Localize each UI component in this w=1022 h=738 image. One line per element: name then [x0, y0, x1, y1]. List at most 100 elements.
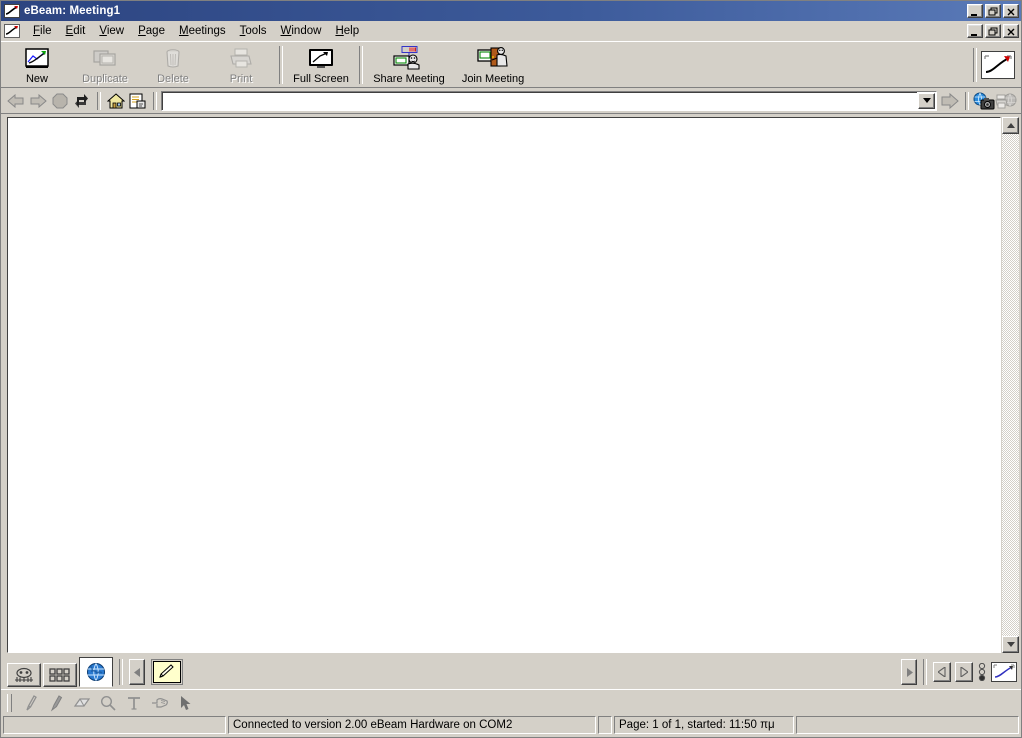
menu-item-page[interactable]: Page [131, 23, 172, 40]
go-button[interactable] [939, 91, 961, 111]
minimize-button[interactable] [967, 4, 983, 18]
page-thumbnail-strip[interactable] [148, 658, 898, 686]
web-print-button[interactable] [995, 91, 1017, 111]
trash-can-icon [161, 46, 185, 70]
restore-button[interactable] [985, 4, 1001, 18]
forward-button[interactable] [27, 91, 49, 111]
share-meeting-button-label: Share Meeting [373, 73, 445, 85]
main-toolbar: New Duplicate Delete Print Full Screen S… [1, 41, 1021, 88]
tool-pointer-hand[interactable] [147, 692, 173, 714]
tab-thumbnail-view[interactable] [43, 663, 77, 687]
page-strip-separator-2 [923, 659, 927, 685]
canvas-area [1, 114, 1021, 655]
refresh-button[interactable] [71, 91, 93, 111]
duplicate-button[interactable]: Duplicate [71, 43, 139, 87]
new-button[interactable]: New [3, 43, 71, 87]
next-page-button[interactable] [955, 662, 973, 682]
status-left-pane [3, 716, 226, 734]
mdi-child-icon[interactable] [4, 24, 20, 38]
mdi-close-button[interactable] [1003, 24, 1019, 38]
menu-item-help[interactable]: Help [328, 23, 366, 40]
ebeam-logo-button[interactable] [981, 51, 1015, 79]
tab-meeting-view[interactable] [7, 663, 41, 687]
signal-lights-icon [977, 663, 987, 681]
back-button[interactable] [5, 91, 27, 111]
toolbar-right-group [969, 43, 1021, 87]
full-screen-button[interactable]: Full Screen [287, 43, 355, 87]
status-bar: Connected to version 2.00 eBeam Hardware… [1, 715, 1021, 737]
thumb-scroll-left-button[interactable] [129, 659, 145, 685]
address-dropdown-button[interactable] [918, 92, 935, 109]
thumb-scroll-right-button[interactable] [901, 659, 917, 685]
status-right-pane [796, 716, 1019, 734]
snapshot-button[interactable] [973, 91, 995, 111]
address-separator-1 [97, 91, 101, 110]
canvas-vertical-scrollbar[interactable] [1002, 117, 1019, 653]
address-separator-2 [153, 91, 157, 110]
scroll-up-button[interactable] [1002, 117, 1019, 134]
tool-text[interactable] [121, 692, 147, 714]
address-bar [1, 88, 1021, 114]
duplicate-page-icon [93, 46, 117, 70]
page-navigation [933, 662, 1017, 682]
title-bar: eBeam: Meeting1 [1, 1, 1021, 21]
toolbar-grip[interactable] [7, 693, 12, 712]
print-button[interactable]: Print [207, 43, 275, 87]
status-spacer-pane [598, 716, 612, 734]
mdi-window-controls [967, 24, 1021, 38]
menu-bar: FFileile Edit View Page Meetings Tools W… [1, 21, 1021, 41]
whiteboard-canvas[interactable] [7, 117, 1001, 653]
address-separator-3 [965, 91, 969, 110]
toolbar-separator-3 [973, 48, 977, 82]
toolbar-separator-2 [359, 46, 363, 84]
tool-pencil[interactable] [17, 692, 43, 714]
address-input[interactable] [163, 93, 917, 109]
share-meeting-button[interactable]: Share Meeting [367, 43, 451, 87]
whiteboard-chart-button[interactable] [991, 662, 1017, 682]
full-screen-icon [308, 46, 334, 70]
tab-web-view[interactable] [79, 657, 113, 687]
delete-button[interactable]: Delete [139, 43, 207, 87]
home-button[interactable] [105, 91, 127, 111]
share-meeting-icon [393, 46, 425, 70]
menu-item-meetings[interactable]: Meetings [172, 23, 233, 40]
page-thumbnail-1[interactable] [151, 659, 183, 685]
new-page-icon [25, 46, 49, 70]
menu-item-file[interactable]: FFileile [26, 23, 59, 40]
scroll-down-button[interactable] [1002, 636, 1019, 653]
join-meeting-icon [477, 46, 509, 70]
delete-button-label: Delete [157, 73, 189, 85]
window-title: eBeam: Meeting1 [24, 5, 121, 17]
toolbar-separator-1 [279, 46, 283, 84]
duplicate-button-label: Duplicate [82, 73, 128, 85]
document-button[interactable] [127, 91, 149, 111]
tool-select[interactable] [173, 692, 199, 714]
page-strip [1, 655, 1021, 689]
tool-eraser[interactable] [69, 692, 95, 714]
join-meeting-button[interactable]: Join Meeting [451, 43, 535, 87]
full-screen-button-label: Full Screen [293, 73, 349, 85]
scrollbar-track[interactable] [1002, 134, 1019, 636]
menu-item-window[interactable]: Window [274, 23, 329, 40]
mdi-minimize-button[interactable] [967, 24, 983, 38]
menu-item-tools[interactable]: Tools [233, 23, 274, 40]
status-page-pane: Page: 1 of 1, started: 11:50 πμ [614, 716, 794, 734]
mdi-restore-button[interactable] [985, 24, 1001, 38]
print-button-label: Print [229, 73, 253, 85]
tool-zoom[interactable] [95, 692, 121, 714]
page-strip-separator [119, 659, 123, 685]
tool-marker[interactable] [43, 692, 69, 714]
stop-button[interactable] [49, 91, 71, 111]
address-combobox[interactable] [161, 90, 937, 111]
previous-page-button[interactable] [933, 662, 951, 682]
menu-item-view[interactable]: View [92, 23, 131, 40]
view-mode-tabs [7, 657, 113, 687]
window-controls [967, 4, 1019, 18]
status-connection-pane: Connected to version 2.00 eBeam Hardware… [228, 716, 596, 734]
new-button-label: New [25, 73, 48, 85]
close-button[interactable] [1003, 4, 1019, 18]
drawing-tools-bar [1, 689, 1021, 715]
menu-item-edit[interactable]: Edit [59, 23, 93, 40]
application-window: eBeam: Meeting1 File Edit View Page Meet… [0, 0, 1022, 738]
printer-icon [229, 46, 253, 70]
